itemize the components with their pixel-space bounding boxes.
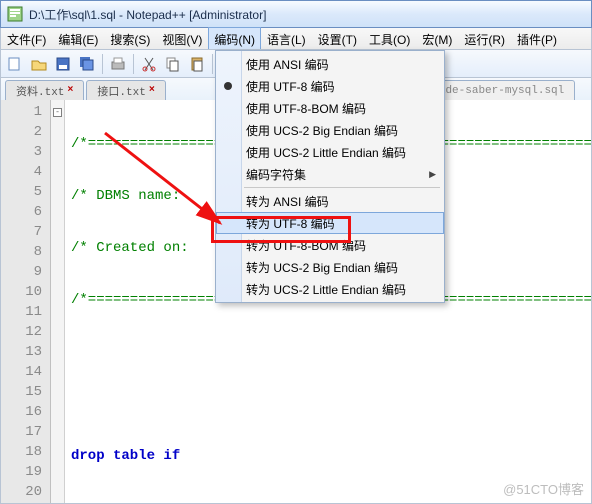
fold-column: - — [51, 100, 65, 503]
encoding-menu: 使用 ANSI 编码 使用 UTF-8 编码 使用 UTF-8-BOM 编码 使… — [215, 50, 445, 303]
menu-plugins[interactable]: 插件(P) — [511, 28, 563, 49]
titlebar: D:\工作\sql\1.sql - Notepad++ [Administrat… — [0, 0, 592, 28]
menu-macro[interactable]: 宏(M) — [416, 28, 458, 49]
dd-use-ansi[interactable]: 使用 ANSI 编码 — [216, 53, 444, 75]
line-numbers: 1234567891011121314151617181920 — [1, 100, 51, 503]
fold-icon[interactable]: - — [53, 108, 62, 117]
dd-to-ansi[interactable]: 转为 ANSI 编码 — [216, 190, 444, 212]
menubar: 文件(F) 编辑(E) 搜索(S) 视图(V) 编码(N) 语言(L) 设置(T… — [0, 28, 592, 50]
tb-paste[interactable] — [186, 53, 208, 75]
menu-run[interactable]: 运行(R) — [458, 28, 511, 49]
menu-search[interactable]: 搜索(S) — [104, 28, 156, 49]
bullet-icon — [224, 82, 232, 90]
dd-use-ucs2-be[interactable]: 使用 UCS-2 Big Endian 编码 — [216, 119, 444, 141]
tb-open[interactable] — [28, 53, 50, 75]
menu-view[interactable]: 视图(V) — [156, 28, 208, 49]
chevron-right-icon: ▶ — [429, 169, 436, 180]
tb-save[interactable] — [52, 53, 74, 75]
tb-cut[interactable] — [138, 53, 160, 75]
dd-charset[interactable]: 编码字符集▶ — [216, 163, 444, 185]
menu-tools[interactable]: 工具(O) — [363, 28, 416, 49]
tb-saveall[interactable] — [76, 53, 98, 75]
dd-use-ucs2-le[interactable]: 使用 UCS-2 Little Endian 编码 — [216, 141, 444, 163]
close-icon[interactable]: × — [67, 85, 73, 96]
dd-use-utf8[interactable]: 使用 UTF-8 编码 — [216, 75, 444, 97]
tb-print[interactable] — [107, 53, 129, 75]
tb-copy[interactable] — [162, 53, 184, 75]
menu-language[interactable]: 语言(L) — [261, 28, 312, 49]
close-icon[interactable]: × — [149, 85, 155, 96]
tb-new[interactable] — [4, 53, 26, 75]
menu-encoding[interactable]: 编码(N) — [208, 27, 261, 49]
tab-3[interactable]: ade-saber-mysql.sql — [428, 80, 575, 100]
menu-edit[interactable]: 编辑(E) — [52, 28, 104, 49]
watermark: @51CTO博客 — [503, 479, 584, 498]
tab-2[interactable]: 接口.txt× — [86, 80, 165, 100]
dd-to-ucs2-le[interactable]: 转为 UCS-2 Little Endian 编码 — [216, 278, 444, 300]
menu-file[interactable]: 文件(F) — [1, 28, 52, 49]
dd-to-utf8-bom[interactable]: 转为 UTF-8-BOM 编码 — [216, 234, 444, 256]
dd-use-utf8-bom[interactable]: 使用 UTF-8-BOM 编码 — [216, 97, 444, 119]
dd-to-ucs2-be[interactable]: 转为 UCS-2 Big Endian 编码 — [216, 256, 444, 278]
titlebar-text: D:\工作\sql\1.sql - Notepad++ [Administrat… — [29, 6, 266, 23]
tab-1[interactable]: 资料.txt× — [5, 80, 84, 100]
dd-to-utf8[interactable]: 转为 UTF-8 编码 — [216, 212, 444, 234]
menu-settings[interactable]: 设置(T) — [312, 28, 363, 49]
app-icon — [7, 6, 23, 22]
